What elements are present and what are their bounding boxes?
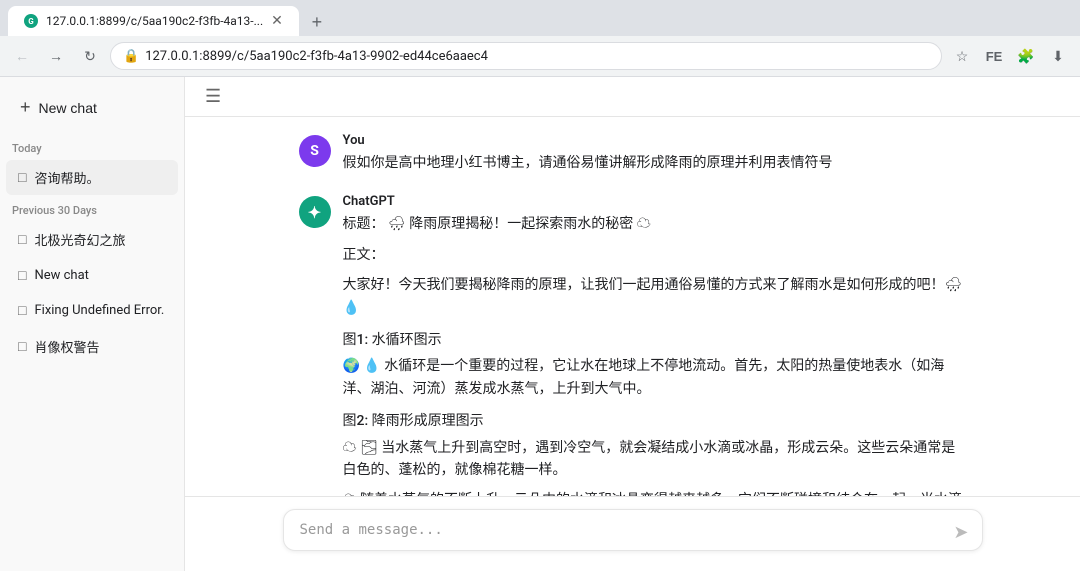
input-area: ➤ <box>185 496 1080 571</box>
fig2-label: 图2: 降雨形成原理图示 <box>343 410 967 432</box>
sidebar-item-text: 咨询帮助。 <box>34 168 166 187</box>
reload-btn[interactable]: ↻ <box>76 42 104 70</box>
title-text: 🌧 降雨原理揭秘！一起探索雨水的秘密 ☁ <box>388 216 651 232</box>
intro-text: 大家好！今天我们要揭秘降雨的原理，让我们一起用通俗易懂的方式来了解雨水是如何形成… <box>343 274 967 319</box>
app-layout: + New chat Today □ 咨询帮助。 ✏ ↑ 🗑 Previous … <box>0 77 1080 571</box>
new-chat-label: New chat <box>39 100 97 116</box>
assistant-sender-label: ChatGPT <box>343 194 967 209</box>
assistant-avatar: ✦ <box>299 196 331 228</box>
tab-title: 127.0.0.1:8899/c/5aa190c2-f3fb-4a13-... <box>46 14 263 28</box>
new-chat-button[interactable]: + New chat <box>8 89 176 126</box>
sidebar-item-consult[interactable]: □ 咨询帮助。 ✏ ↑ 🗑 <box>6 160 178 195</box>
plus-icon: + <box>20 97 31 118</box>
url-text: 127.0.0.1:8899/c/5aa190c2-f3fb-4a13-9902… <box>145 49 488 64</box>
send-button[interactable]: ➤ <box>951 520 970 545</box>
main-content: ☰ S You 假如你是高中地理小红书博主，请通俗易懂讲解形成降雨的原理并利用表… <box>185 77 1080 571</box>
assistant-message-body: ChatGPT 标题： 🌧 降雨原理揭秘！一起探索雨水的秘密 ☁ 正文： 大家好… <box>343 194 967 496</box>
downloads-btn[interactable]: ⬇ <box>1044 42 1072 70</box>
profile-btn[interactable]: FE <box>980 42 1008 70</box>
browser-toolbar: ← → ↻ 🔒 127.0.0.1:8899/c/5aa190c2-f3fb-4… <box>0 36 1080 76</box>
assistant-message: ✦ ChatGPT 标题： 🌧 降雨原理揭秘！一起探索雨水的秘密 ☁ 正文： 大… <box>299 194 967 496</box>
browser-chrome: G 127.0.0.1:8899/c/5aa190c2-f3fb-4a13-..… <box>0 0 1080 77</box>
message-input[interactable] <box>283 509 983 551</box>
input-container: ➤ <box>283 509 983 555</box>
previous-section-label: Previous 30 Days <box>0 196 184 221</box>
forward-btn[interactable]: → <box>42 42 70 70</box>
extensions-btn[interactable]: 🧩 <box>1012 42 1040 70</box>
tab-close-btn[interactable]: ✕ <box>271 13 283 29</box>
chat-icon-5: □ <box>18 338 26 355</box>
address-bar[interactable]: 🔒 127.0.0.1:8899/c/5aa190c2-f3fb-4a13-99… <box>110 42 942 70</box>
title-prefix: 标题： <box>343 216 385 232</box>
body-label: 正文： <box>343 244 967 266</box>
active-tab[interactable]: G 127.0.0.1:8899/c/5aa190c2-f3fb-4a13-..… <box>8 6 299 36</box>
chat-icon-2: □ <box>18 231 26 248</box>
chat-header: ☰ <box>185 77 1080 117</box>
sidebar-item-portrait[interactable]: □ 肖像权警告 <box>6 329 178 364</box>
tab-favicon: G <box>24 14 38 28</box>
sidebar-item-newchat-text: New chat <box>34 268 166 283</box>
back-btn[interactable]: ← <box>8 42 36 70</box>
sidebar-item-newchat[interactable]: □ New chat <box>6 259 178 292</box>
bookmark-btn[interactable]: ☆ <box>948 42 976 70</box>
chat-icon-3: □ <box>18 267 26 284</box>
sidebar-item-fixing-text: Fixing Undefined Error. <box>34 303 166 318</box>
user-message-body: You 假如你是高中地理小红书博主，请通俗易懂讲解形成降雨的原理并利用表情符号 <box>343 133 967 174</box>
sidebar: + New chat Today □ 咨询帮助。 ✏ ↑ 🗑 Previous … <box>0 77 185 571</box>
chat-icon: □ <box>18 169 26 186</box>
assistant-initial: ✦ <box>308 203 321 222</box>
browser-tabs: G 127.0.0.1:8899/c/5aa190c2-f3fb-4a13-..… <box>0 0 1080 36</box>
today-section-label: Today <box>0 134 184 159</box>
user-message: S You 假如你是高中地理小红书博主，请通俗易懂讲解形成降雨的原理并利用表情符… <box>299 133 967 174</box>
user-initial: S <box>310 143 319 159</box>
sidebar-item-aurora-text: 北极光奇幻之旅 <box>34 230 166 249</box>
user-message-text: 假如你是高中地理小红书博主，请通俗易懂讲解形成降雨的原理并利用表情符号 <box>343 152 967 174</box>
para3-text: ☁ 随着水蒸气的不断上升，云朵内的水滴和冰晶变得越来越多，它们不断碰撞和结合在一… <box>343 489 967 496</box>
send-icon: ➤ <box>953 522 968 542</box>
sidebar-toggle-btn[interactable]: ☰ <box>201 82 225 111</box>
user-avatar: S <box>299 135 331 167</box>
sidebar-item-portrait-text: 肖像权警告 <box>34 337 166 356</box>
fig1-text: 🌍 💧 水循环是一个重要的过程，它让水在地球上不停地流动。首先，太阳的热量使地表… <box>343 355 967 400</box>
fig2-text: ☁ 🌫 当水蒸气上升到高空时，遇到冷空气，就会凝结成小水滴或冰晶，形成云朵。这些… <box>343 437 967 482</box>
message-container: S You 假如你是高中地理小红书博主，请通俗易懂讲解形成降雨的原理并利用表情符… <box>283 133 983 496</box>
user-sender-label: You <box>343 133 967 148</box>
messages-area[interactable]: S You 假如你是高中地理小红书博主，请通俗易懂讲解形成降雨的原理并利用表情符… <box>185 117 1080 496</box>
assistant-message-text: 标题： 🌧 降雨原理揭秘！一起探索雨水的秘密 ☁ 正文： 大家好！今天我们要揭秘… <box>343 213 967 496</box>
new-tab-btn[interactable]: + <box>303 8 331 36</box>
sidebar-item-fixing[interactable]: □ Fixing Undefined Error. <box>6 294 178 327</box>
sidebar-item-aurora[interactable]: □ 北极光奇幻之旅 <box>6 222 178 257</box>
response-title: 标题： 🌧 降雨原理揭秘！一起探索雨水的秘密 ☁ <box>343 213 967 235</box>
chat-icon-4: □ <box>18 302 26 319</box>
browser-actions: ☆ FE 🧩 ⬇ <box>948 42 1072 70</box>
fig1-label: 图1: 水循环图示 <box>343 329 967 351</box>
